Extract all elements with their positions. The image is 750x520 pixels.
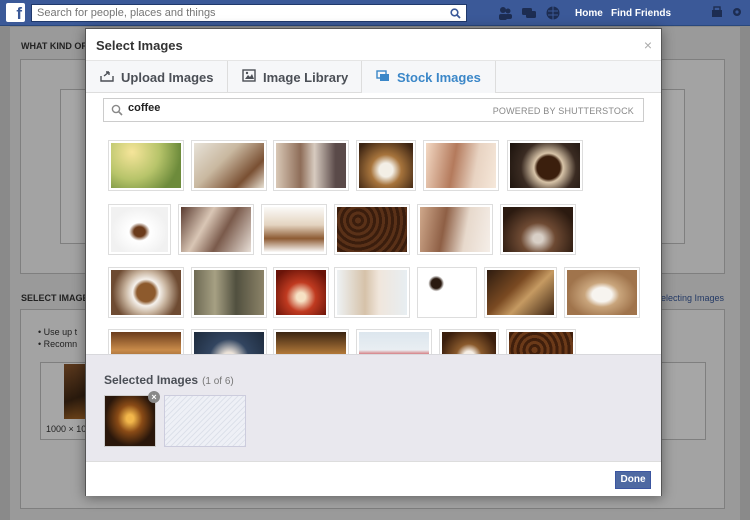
image-library-icon [242,69,256,85]
selected-images-panel: Selected Images (1 of 6) × [86,354,661,461]
image-thumbnail[interactable] [108,267,184,318]
messages-icon[interactable] [521,5,537,21]
image-thumbnail[interactable] [507,140,583,191]
dialog-title: Select Images [96,38,183,53]
image-thumbnail[interactable] [334,204,410,255]
selected-image-thumbnail[interactable] [104,395,156,447]
image-thumbnail[interactable] [356,140,416,191]
image-thumbnail[interactable] [191,267,267,318]
stock-search-input[interactable] [128,102,428,114]
image-thumbnail[interactable] [108,140,184,191]
image-thumbnail[interactable] [334,267,410,318]
image-thumbnail[interactable] [423,140,499,191]
selected-count: (1 of 6) [202,376,234,387]
image-thumbnail[interactable] [417,267,477,318]
search-icon [111,104,123,119]
image-thumbnail[interactable] [273,267,329,318]
image-thumbnail[interactable] [108,329,184,354]
tab-image-library[interactable]: Image Library [228,61,362,93]
select-images-dialog: Select Images × Upload Images Image Libr… [85,28,662,496]
globe-icon[interactable] [545,5,561,21]
search-icon[interactable] [444,5,466,21]
stock-images-icon [376,69,390,85]
bg-size-label: 1000 × 10 [46,424,87,434]
image-thumbnail[interactable] [191,140,267,191]
image-thumbnail[interactable] [564,267,640,318]
stock-search-box[interactable]: POWERED BY SHUTTERSTOCK [103,98,644,122]
close-icon[interactable]: × [644,37,652,53]
image-thumbnail[interactable] [261,204,327,255]
dialog-header: Select Images × [86,29,661,61]
tab-stock-images[interactable]: Stock Images [362,61,496,93]
tab-upload-images[interactable]: Upload Images [86,61,228,93]
image-thumbnail[interactable] [506,329,576,354]
image-thumbnail[interactable] [191,329,267,354]
image-thumbnail[interactable] [108,204,171,255]
image-thumbnail[interactable] [484,267,557,318]
tab-label: Upload Images [121,69,214,85]
empty-image-slot [164,395,246,447]
upload-icon [100,70,114,85]
selected-images-title: Selected Images (1 of 6) [104,373,234,387]
image-thumbnail[interactable] [439,329,499,354]
global-search-input[interactable] [32,5,432,21]
privacy-shortcuts-icon[interactable] [711,6,723,21]
source-tabs: Upload Images Image Library Stock Images [86,61,661,93]
powered-by-label: POWERED BY SHUTTERSTOCK [492,106,634,116]
global-search-box[interactable] [31,4,467,22]
bg-selecting-images-link[interactable]: electing Images [661,293,724,303]
image-thumbnail[interactable] [417,204,493,255]
bg-bullet-1: • Use up t [38,327,78,337]
facebook-logo[interactable]: f [6,3,25,23]
selected-images-label: Selected Images [104,373,199,387]
image-thumbnail[interactable] [356,329,432,354]
tab-label: Image Library [263,69,349,85]
bg-bullet-2: • Recomn [38,339,78,349]
bg-heading-what-kind: WHAT KIND OF [21,41,87,51]
dialog-footer: Done [86,461,661,496]
done-button[interactable]: Done [615,471,651,489]
image-thumbnail[interactable] [178,204,254,255]
notification-icons [497,5,561,21]
stock-image-grid [86,129,661,354]
image-thumbnail[interactable] [273,329,349,354]
facebook-top-bar: f Home Find Friends [0,0,750,26]
home-link[interactable]: Home [575,8,603,19]
tab-label: Stock Images [397,69,481,85]
remove-image-icon[interactable]: × [148,391,160,403]
image-thumbnail[interactable] [273,140,349,191]
top-right-icons [711,6,743,21]
friend-requests-icon[interactable] [497,5,513,21]
image-thumbnail[interactable] [500,204,576,255]
find-friends-link[interactable]: Find Friends [611,8,671,19]
settings-gear-icon[interactable] [731,6,743,21]
bg-heading-select-images: SELECT IMAGES [21,293,95,303]
